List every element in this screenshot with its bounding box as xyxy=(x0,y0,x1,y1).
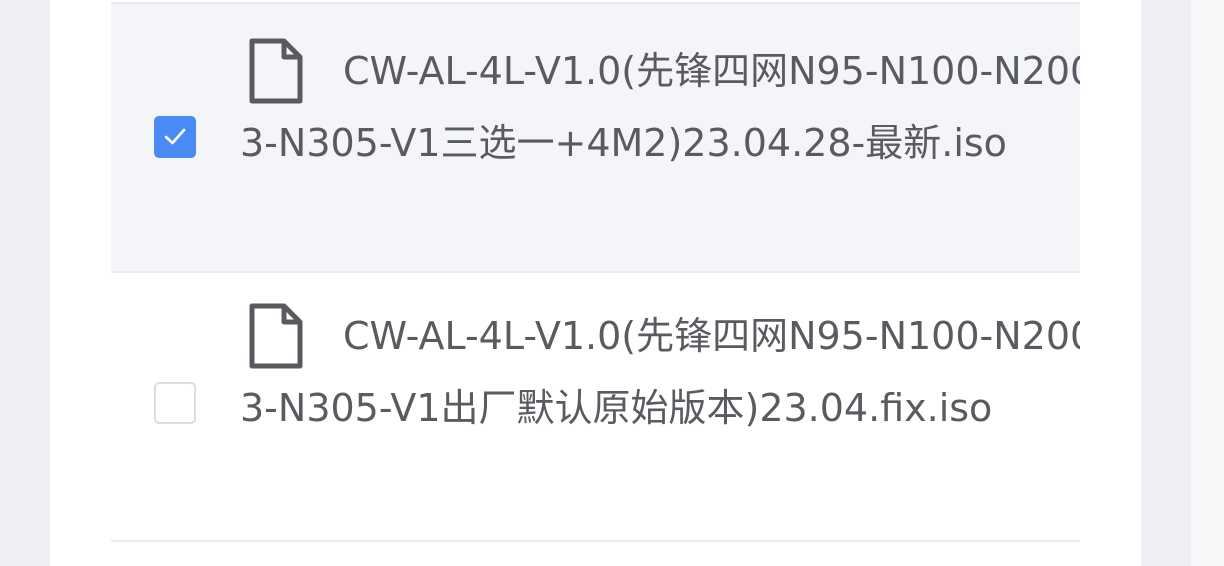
file-name: CW-AL-4L-V1.0(先锋四网N95-N100-N200-I3-N305-… xyxy=(240,49,1080,165)
scrollbar-track[interactable] xyxy=(1191,0,1224,566)
file-picker-page: CW-AL-4L-V1.0(先锋四网N95-N100-N200-I3-N305-… xyxy=(0,0,1224,566)
file-name: CW-AL-4L-V1.0(先锋四网N95-N100-N200-I3-N305-… xyxy=(240,314,1080,430)
file-checkbox-unchecked[interactable] xyxy=(154,382,196,424)
file-list: CW-AL-4L-V1.0(先锋四网N95-N100-N200-I3-N305-… xyxy=(111,0,1080,566)
file-row[interactable]: CW-AL-4L-V1.0(先锋四网N95-N100-N200-I3-N305-… xyxy=(111,2,1080,273)
file-row[interactable]: CW-AL-4L-V1.0(先锋四网N95-N100-N200-I3-N305-… xyxy=(111,273,1080,542)
file-checkbox-checked[interactable] xyxy=(154,116,196,158)
checkmark-icon xyxy=(164,128,186,145)
